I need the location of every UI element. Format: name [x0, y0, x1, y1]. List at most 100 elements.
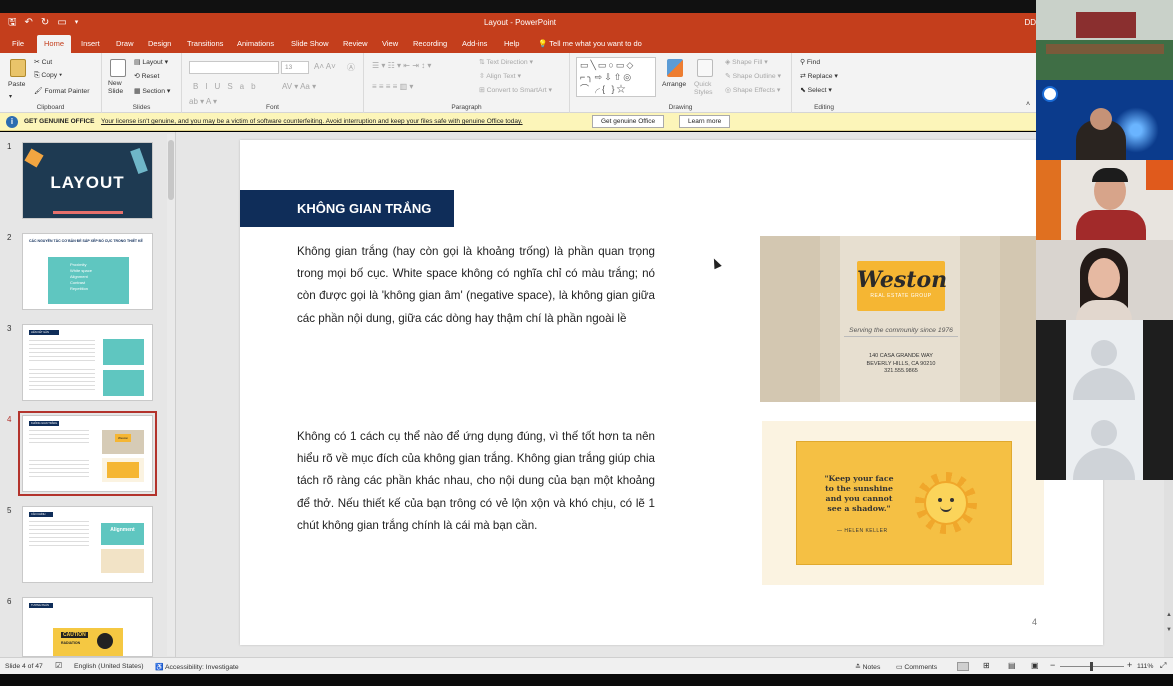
tab-home[interactable]: Home: [37, 35, 72, 53]
tab-transitions[interactable]: Transitions: [187, 39, 223, 48]
layout-button[interactable]: ▤ Layout ▾: [134, 58, 168, 66]
language-status[interactable]: English (United States): [74, 663, 144, 670]
select-button[interactable]: ⬉ Select ▾: [800, 86, 832, 94]
reading-view-icon[interactable]: ▤: [1008, 661, 1016, 670]
thumb-list-box: Proximity White space Alignment Contrast Rep…: [48, 257, 129, 304]
paste-button[interactable]: Paste: [8, 81, 25, 88]
normal-view-icon[interactable]: [957, 662, 969, 671]
font-size-box[interactable]: 13: [281, 61, 309, 74]
font-group: 13 A˄ A˅ Ⓐ BIUSab AV ▾ Aa ▾ ab ▾ A ▾ Fon…: [182, 53, 364, 113]
new-slide-icon[interactable]: [110, 59, 126, 77]
copy-button[interactable]: ⎘ Copy ▾: [34, 72, 62, 80]
comments-button[interactable]: ▭ Comments: [896, 663, 937, 671]
tab-recording[interactable]: Recording: [413, 39, 447, 48]
message-text[interactable]: Your license isn't genuine, and you may …: [101, 118, 523, 125]
tab-slide-show[interactable]: Slide Show: [291, 39, 329, 48]
card-tagline: Serving the community since 1976: [844, 327, 958, 337]
align-text-icon: ⇳: [479, 73, 485, 80]
get-genuine-office-button[interactable]: Get genuine Office: [592, 115, 665, 128]
scrollbar-thumb[interactable]: [168, 140, 174, 200]
tab-draw[interactable]: Draw: [116, 39, 134, 48]
section-button[interactable]: ▦ Section ▾: [134, 87, 170, 95]
slide-canvas[interactable]: KHÔNG GIAN TRẮNG Không gian trắng (hay c…: [240, 140, 1103, 645]
sunshine-quote-card-image[interactable]: "Keep your face to the sunshine and you …: [762, 421, 1044, 585]
thumbnail-slide-4[interactable]: KHÔNG GIAN TRẮNG Weston: [18, 411, 157, 496]
spelling-icon[interactable]: ☑: [55, 661, 62, 670]
align-text-button[interactable]: ⇳ Align Text ▾: [479, 72, 521, 80]
slide-sorter-icon[interactable]: ⊞: [983, 661, 990, 670]
video-tile-avatar-2[interactable]: [1036, 400, 1173, 480]
thumbnail-slide-6[interactable]: TƯƠNG PHẢN CAUTION RADIATION: [22, 597, 153, 657]
collapse-ribbon-icon[interactable]: ˄: [1026, 101, 1030, 108]
bottom-black-border: [0, 674, 1173, 686]
tab-view[interactable]: View: [382, 39, 398, 48]
tell-me-box[interactable]: 💡 Tell me what you want to do: [538, 39, 642, 48]
thumbnail-slide-1[interactable]: LAYOUT: [22, 142, 153, 219]
thumb-number: 1: [7, 142, 12, 151]
tab-review[interactable]: Review: [343, 39, 368, 48]
tab-animations[interactable]: Animations: [237, 39, 274, 48]
tab-add-ins[interactable]: Add-ins: [462, 39, 487, 48]
weston-business-card-image[interactable]: Weston REAL ESTATE GROUP Serving the com…: [760, 236, 1042, 402]
accessibility-status[interactable]: ♿ Accessibility: Investigate: [155, 663, 239, 671]
slide-thumbnails-pane[interactable]: 1 LAYOUT 2 CÁC NGUYÊN TẮC CƠ BẢN ĐỂ SẮP …: [0, 132, 176, 657]
paste-dropdown-icon[interactable]: ▾: [9, 93, 12, 100]
quick-styles-button[interactable]: Quick Styles: [694, 81, 718, 97]
zoom-level[interactable]: 111%: [1137, 663, 1153, 670]
thumbnail-slide-2[interactable]: CÁC NGUYÊN TẮC CƠ BẢN ĐỂ SẮP XẾP BỐ CỤC …: [22, 233, 153, 310]
thumbnail-slide-5[interactable]: CĂN CHỈNH Alignment: [22, 506, 153, 583]
video-tile-avatar-1[interactable]: [1036, 320, 1173, 400]
video-tile-participant-male[interactable]: [1036, 160, 1173, 240]
slides-label: Slides: [132, 104, 151, 111]
convert-smartart-button[interactable]: ⊞ Convert to SmartArt ▾: [479, 86, 552, 94]
align-icons[interactable]: ≡ ≡ ≡ ≡ ▥ ▾: [372, 82, 413, 91]
tab-insert[interactable]: Insert: [81, 39, 100, 48]
slide-heading[interactable]: KHÔNG GIAN TRẮNG: [240, 190, 454, 227]
slide-paragraph-2[interactable]: Không có 1 cách cụ thể nào để ứng dụng đ…: [297, 426, 655, 537]
shape-effects-button[interactable]: ◎ Shape Effects ▾: [725, 86, 780, 94]
next-slide-icon[interactable]: ▼: [1166, 627, 1172, 633]
notes-button[interactable]: ≛ Notes: [855, 663, 880, 671]
grow-font-icon[interactable]: A˄ A˅: [314, 62, 336, 71]
video-tile-evn-logo[interactable]: [1036, 80, 1173, 160]
thumbnail-scrollbar[interactable]: [167, 134, 175, 656]
slideshow-view-icon[interactable]: ▣: [1031, 661, 1039, 670]
reset-button[interactable]: ⟲ Reset: [134, 72, 159, 80]
thumb-image: [103, 339, 144, 365]
font-style-buttons[interactable]: BIUSab: [193, 82, 263, 91]
format-painter-button[interactable]: 🖌 Format Painter: [34, 87, 89, 95]
video-tile-participant-female[interactable]: [1036, 240, 1173, 320]
arrange-button[interactable]: Arrange: [662, 81, 686, 88]
paste-icon[interactable]: [10, 59, 26, 77]
text-direction-button[interactable]: ⇅ Text Direction ▾: [479, 58, 533, 66]
clear-format-icon[interactable]: Ⓐ: [347, 62, 355, 73]
shape-outline-button[interactable]: ✎ Shape Outline ▾: [725, 72, 781, 80]
tab-help[interactable]: Help: [504, 39, 519, 48]
char-spacing-icon[interactable]: AV ▾ Aa ▾: [282, 82, 316, 91]
font-name-box[interactable]: [189, 61, 279, 74]
zoom-in-icon[interactable]: +: [1127, 660, 1132, 670]
video-tile-meeting-room[interactable]: [1036, 0, 1173, 80]
zoom-out-icon[interactable]: −: [1050, 660, 1055, 670]
thumb-title: CÁC NGUYÊN TẮC CƠ BẢN ĐỂ SẮP XẾP BỐ CỤC …: [29, 239, 143, 243]
cut-button[interactable]: ✂ Cut: [34, 58, 52, 66]
shapes-gallery[interactable]: ▭╲▭○▭◇ ⌐╮⇨⇩⇧◎ ⌒╭{ }☆: [576, 57, 656, 97]
clipboard-group: Paste ▾ ✂ Cut ⎘ Copy ▾ 🖌 Format Painter …: [0, 53, 102, 113]
user-initials[interactable]: DD: [1024, 18, 1036, 27]
tab-design[interactable]: Design: [148, 39, 171, 48]
thumbnail-slide-3[interactable]: LIÊN KẾT GẦN: [22, 324, 153, 401]
arrange-icon[interactable]: [667, 59, 683, 77]
tab-file[interactable]: File: [12, 39, 24, 48]
prev-slide-icon[interactable]: ▲: [1166, 612, 1172, 618]
slide-paragraph-1[interactable]: Không gian trắng (hay còn gọi là khoảng …: [297, 241, 655, 330]
shape-fill-button[interactable]: ◈ Shape Fill ▾: [725, 58, 768, 66]
brush-icon: 🖌: [34, 88, 43, 95]
learn-more-button[interactable]: Learn more: [679, 115, 731, 128]
find-button[interactable]: ⚲ Find: [800, 58, 820, 66]
replace-button[interactable]: ⇄ Replace ▾: [800, 72, 838, 80]
fit-slide-icon[interactable]: ⤢: [1160, 661, 1166, 671]
zoom-slider-thumb[interactable]: [1090, 662, 1093, 671]
bullets-icon[interactable]: ☰ ▾ ☷ ▾ ⇤ ⇥ ↕ ▾: [372, 61, 431, 70]
quick-styles-icon[interactable]: [697, 59, 713, 77]
new-slide-button[interactable]: New Slide: [108, 80, 130, 96]
